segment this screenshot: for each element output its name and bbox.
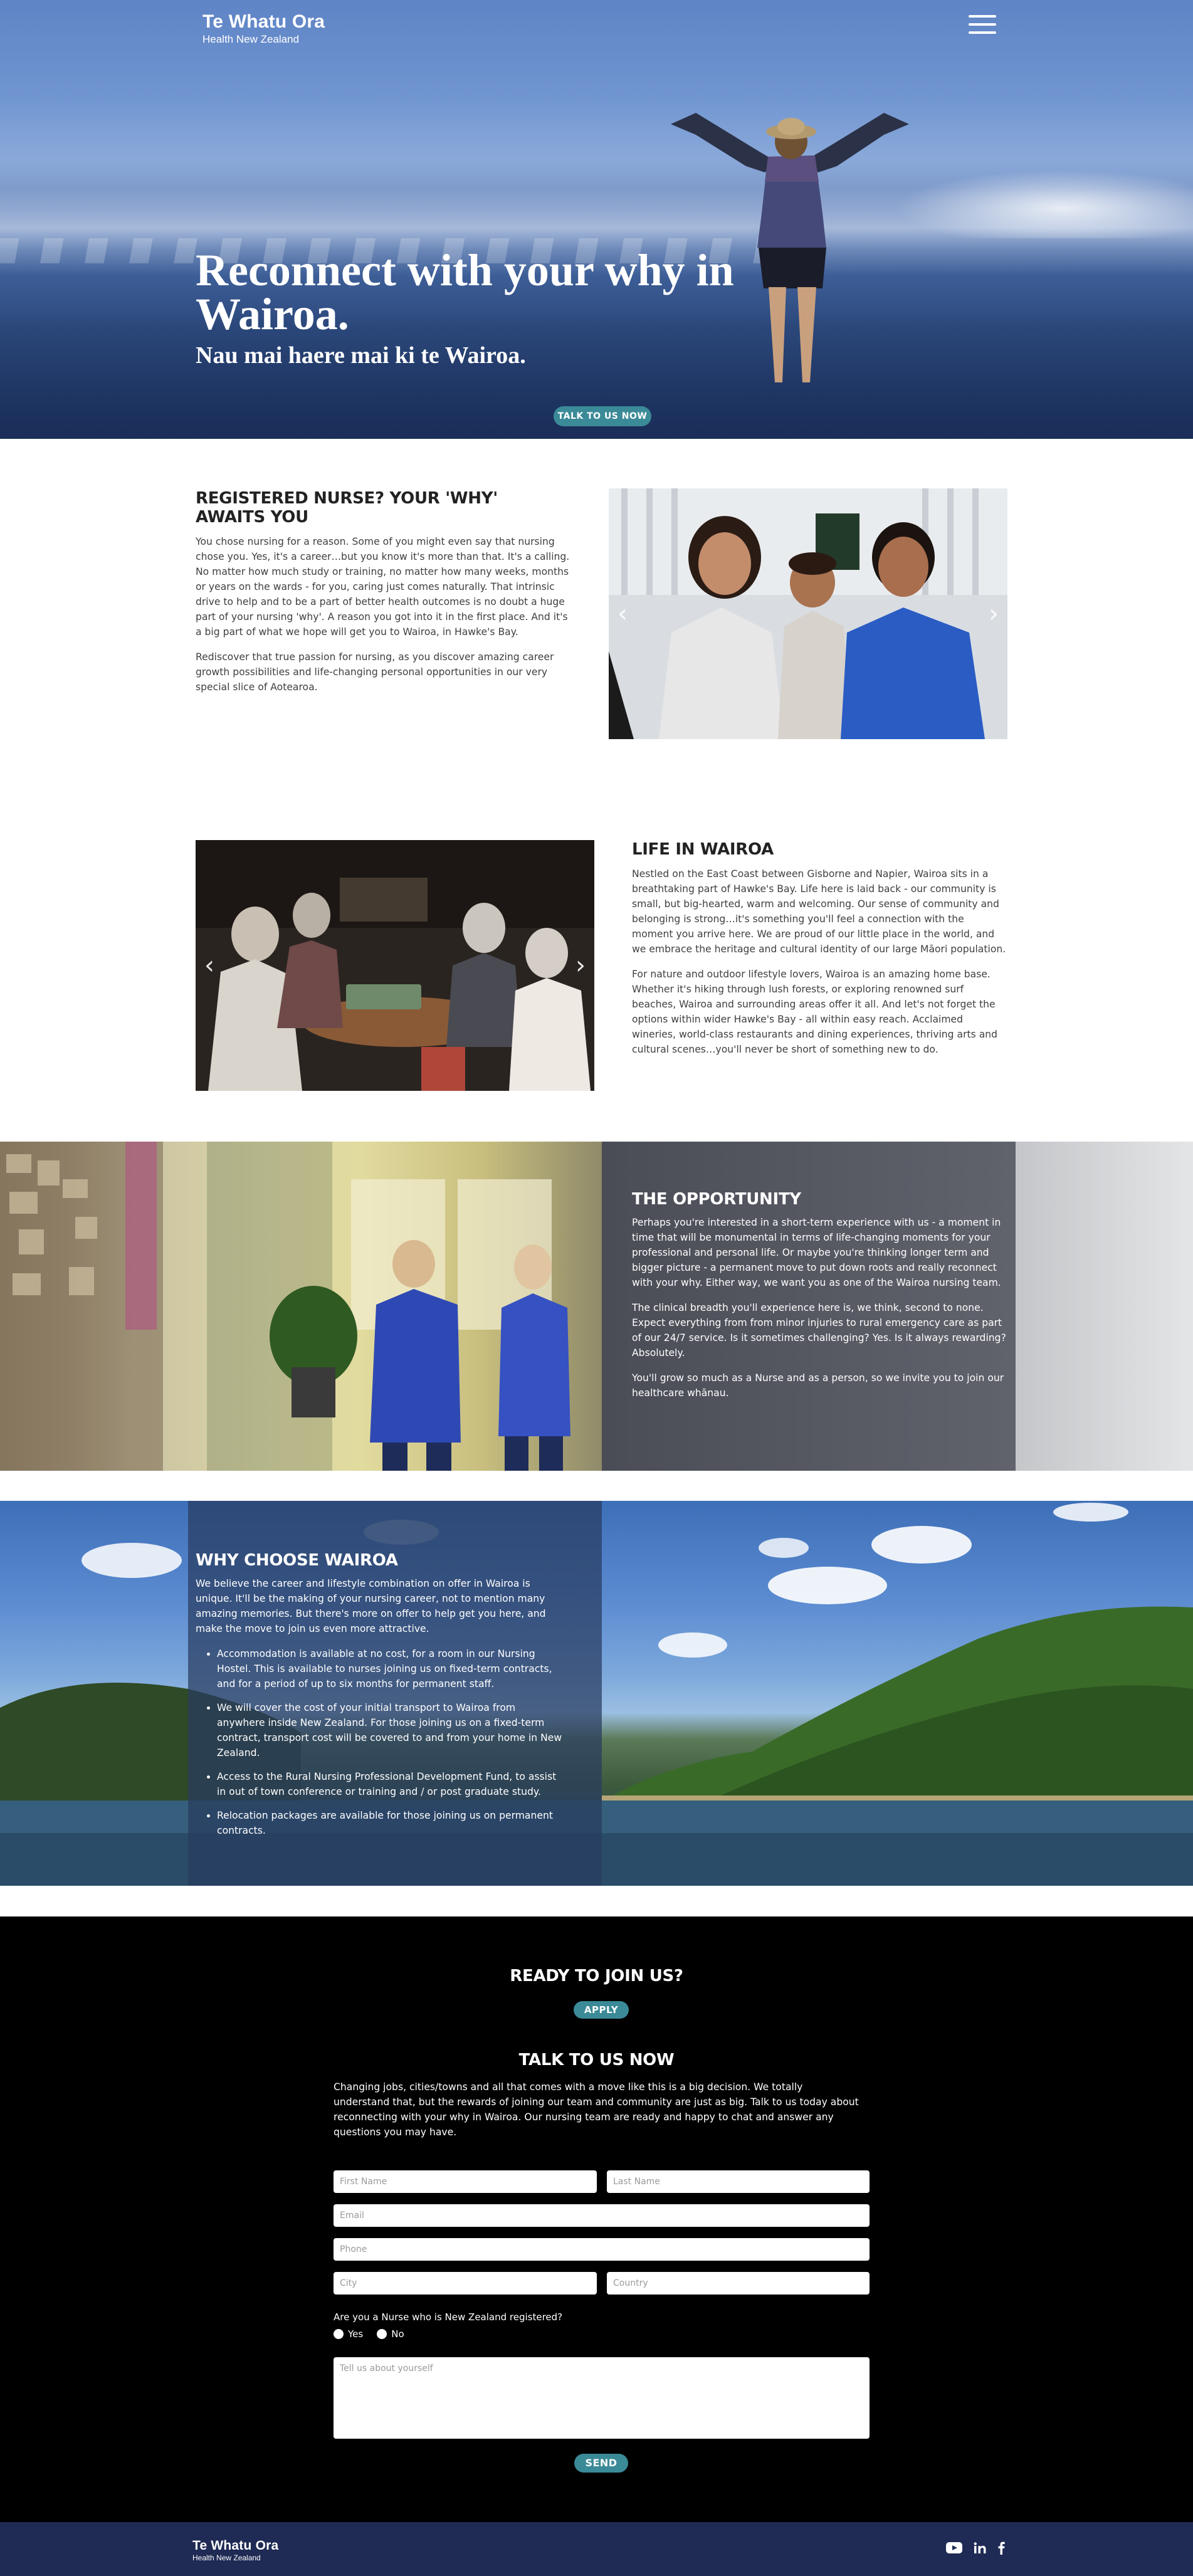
nurse-body: You chose nursing for a reason. Some of …: [196, 534, 572, 695]
nurses-with-child-photo: ‹ ›: [609, 488, 1007, 739]
country-field[interactable]: [607, 2272, 870, 2295]
why-intro: We believe the career and lifestyle comb…: [196, 1578, 546, 1634]
registered-question: Are you a Nurse who is New Zealand regis…: [334, 2311, 563, 2323]
facebook-icon[interactable]: [997, 2541, 1005, 2558]
benefit-item: Relocation packages are available for th…: [217, 1808, 565, 1838]
life-body: Nestled on the East Coast between Gisbor…: [632, 866, 1008, 1057]
youtube-icon[interactable]: [946, 2542, 962, 2557]
first-name-field[interactable]: [334, 2170, 597, 2193]
opportunity-heading: THE OPPORTUNITY: [632, 1190, 801, 1209]
apply-button[interactable]: APPLY: [574, 2001, 629, 2019]
about-textarea[interactable]: [334, 2357, 870, 2439]
social-links: [946, 2541, 1005, 2558]
footer-logo-subtitle: Health New Zealand: [192, 2553, 261, 2562]
registered-radio-group: Yes No: [334, 2328, 404, 2340]
site-logo[interactable]: Te Whatu Ora Health New Zealand: [202, 11, 325, 46]
ready-heading: READY TO JOIN US?: [510, 1967, 683, 1985]
send-button[interactable]: SEND: [574, 2454, 628, 2473]
life-paragraph: Nestled on the East Coast between Gisbor…: [632, 868, 1006, 955]
hero-title: Reconnect with your why in Wairoa.: [196, 245, 734, 339]
nurse-heading: REGISTERED NURSE? YOUR 'WHY' AWAITS YOU: [196, 489, 498, 527]
hamburger-menu-icon[interactable]: [969, 15, 996, 36]
why-choose-section: WHY CHOOSE WAIROA We believe the career …: [0, 1501, 1193, 1886]
linkedin-icon[interactable]: [974, 2542, 986, 2557]
radio-circle[interactable]: [334, 2329, 344, 2339]
radio-yes-label: Yes: [348, 2328, 364, 2340]
hallway-window: [1016, 1142, 1193, 1471]
opportunity-paragraph: You'll grow so much as a Nurse and as a …: [632, 1372, 1004, 1399]
hero-section: Te Whatu Ora Health New Zealand Reconnec…: [0, 0, 1193, 439]
contact-section: READY TO JOIN US? APPLY TALK TO US NOW C…: [0, 1916, 1193, 2522]
opportunity-body: Perhaps you're interested in a short-ter…: [632, 1215, 1008, 1401]
logo-subtitle: Health New Zealand: [202, 33, 300, 45]
city-field[interactable]: [334, 2272, 597, 2295]
nurse-paragraph: You chose nursing for a reason. Some of …: [196, 536, 570, 638]
hero-subtitle: Nau mai haere mai ki te Wairoa.: [196, 342, 526, 369]
logo-name: Te Whatu Ora: [202, 11, 325, 32]
talk-heading: TALK TO US NOW: [518, 2051, 675, 2069]
carousel-next-icon[interactable]: ›: [573, 952, 588, 979]
benefit-item: Access to the Rural Nursing Professional…: [217, 1769, 565, 1799]
radio-no-label: No: [391, 2328, 404, 2340]
radio-circle[interactable]: [377, 2329, 387, 2339]
contact-intro: Changing jobs, cities/towns and all that…: [334, 2081, 859, 2138]
benefits-list: Accommodation is available at no cost, f…: [217, 1646, 565, 1838]
nurses-hallway-photo: [0, 1142, 602, 1471]
radio-yes[interactable]: Yes: [334, 2328, 363, 2340]
nurse-paragraph: Rediscover that true passion for nursing…: [196, 651, 554, 693]
talk-to-us-button[interactable]: TALK TO US NOW: [554, 406, 651, 426]
community-group-photo: ‹ ›: [196, 840, 594, 1091]
footer-logo-name: Te Whatu Ora: [192, 2538, 279, 2553]
nurse-section: REGISTERED NURSE? YOUR 'WHY' AWAITS YOU …: [196, 489, 572, 890]
life-section: LIFE IN WAIROA Nestled on the East Coast…: [632, 840, 1008, 1067]
footer: Te Whatu Ora Health New Zealand: [0, 2522, 1193, 2576]
opportunity-paragraph: Perhaps you're interested in a short-ter…: [632, 1217, 1001, 1288]
footer-logo[interactable]: Te Whatu Ora Health New Zealand: [192, 2538, 278, 2562]
opportunity-paragraph: The clinical breadth you'll experience h…: [632, 1302, 1006, 1359]
carousel-prev-icon[interactable]: ‹: [615, 600, 630, 628]
life-heading: LIFE IN WAIROA: [632, 840, 774, 859]
life-paragraph: For nature and outdoor lifestyle lovers,…: [632, 969, 998, 1055]
opportunity-section: THE OPPORTUNITY Perhaps you're intereste…: [0, 1142, 1193, 1471]
email-field[interactable]: [334, 2204, 870, 2227]
carousel-next-icon[interactable]: ›: [986, 600, 1001, 628]
why-body: We believe the career and lifestyle comb…: [196, 1576, 565, 1838]
benefit-item: We will cover the cost of your initial t…: [217, 1700, 565, 1760]
phone-field[interactable]: [334, 2238, 870, 2261]
carousel-prev-icon[interactable]: ‹: [202, 952, 217, 979]
why-heading: WHY CHOOSE WAIROA: [196, 1551, 398, 1570]
last-name-field[interactable]: [607, 2170, 870, 2193]
radio-no[interactable]: No: [377, 2328, 404, 2340]
benefit-item: Accommodation is available at no cost, f…: [217, 1646, 565, 1691]
